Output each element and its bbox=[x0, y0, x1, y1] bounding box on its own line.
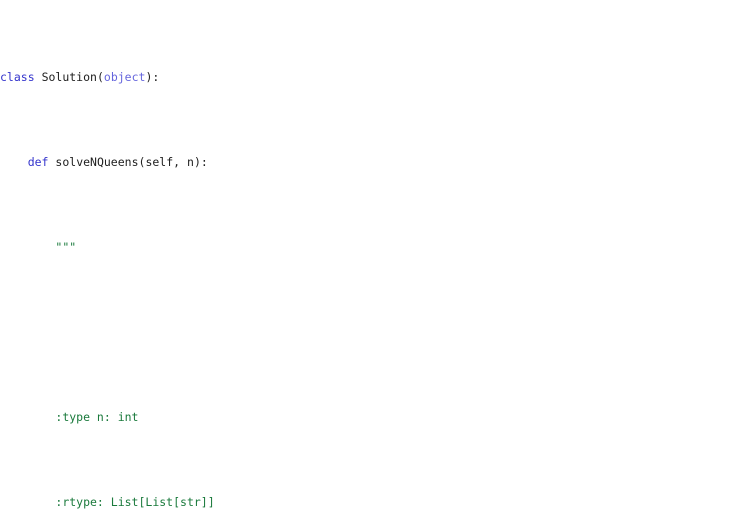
code-line-blank[interactable] bbox=[0, 324, 732, 341]
token-builtin: object bbox=[103, 70, 146, 84]
token-function-name: solveNQueens bbox=[55, 155, 139, 169]
token-punct: ): bbox=[145, 70, 160, 84]
code-line[interactable]: class Solution(object): bbox=[0, 69, 732, 86]
token-param: n bbox=[187, 155, 194, 169]
token-punct: ): bbox=[193, 155, 208, 169]
token-punct: ( bbox=[96, 70, 104, 84]
token-docstring-rtype: :rtype: List[List[str]] bbox=[55, 495, 215, 509]
code-line[interactable]: :rtype: List[List[str]] bbox=[0, 494, 732, 511]
token-keyword: def bbox=[27, 155, 49, 169]
code-editor-root: class Solution(object): def solveNQueens… bbox=[0, 0, 732, 528]
token-identifier: Solution bbox=[41, 70, 97, 84]
token-docstring-type: :type n: int bbox=[55, 410, 139, 424]
code-line[interactable]: """ bbox=[0, 239, 732, 256]
token-keyword: class bbox=[0, 70, 35, 84]
token-param: self bbox=[145, 155, 174, 169]
token-punct: , bbox=[173, 155, 188, 169]
token-docstring-open: """ bbox=[55, 240, 77, 254]
code-line[interactable]: :type n: int bbox=[0, 409, 732, 426]
code-line[interactable]: def solveNQueens(self, n): bbox=[0, 154, 732, 171]
code-text-area[interactable]: class Solution(object): def solveNQueens… bbox=[0, 1, 732, 528]
